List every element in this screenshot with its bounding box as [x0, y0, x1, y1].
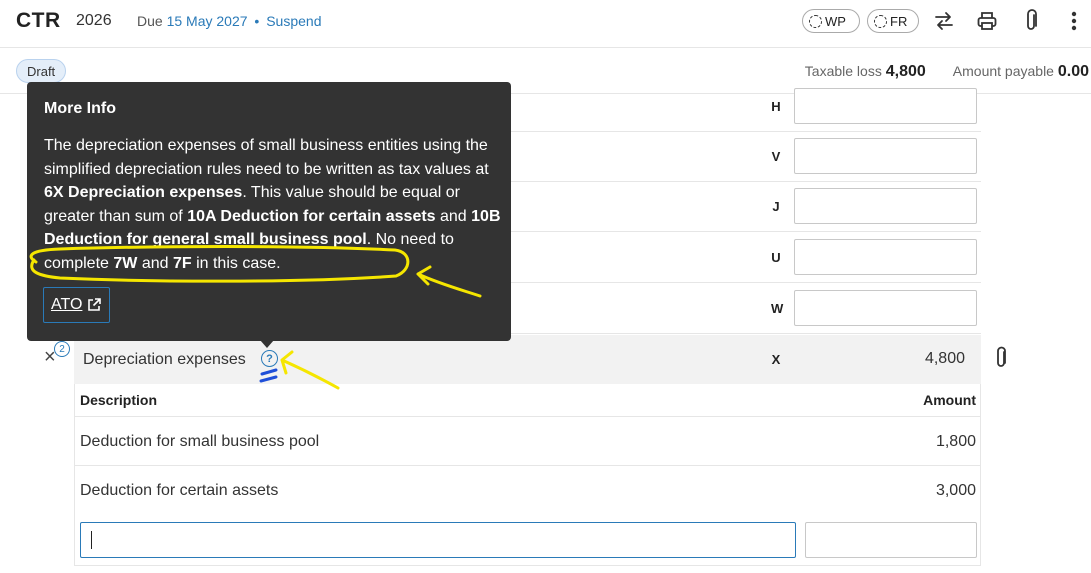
tooltip-bold-text: 7F: [172, 254, 192, 272]
tooltip-bold-text: 7W: [113, 254, 138, 272]
amount-input-v[interactable]: [794, 138, 977, 174]
tooltip-text: in this case.: [191, 254, 281, 272]
ato-link-label: ATO: [51, 296, 83, 313]
taxable-loss-label: Taxable loss: [804, 63, 882, 79]
draft-badge: Draft: [16, 59, 67, 83]
taxable-loss-value: 4,800: [885, 63, 926, 80]
form-year: 2026: [76, 12, 112, 29]
depreciation-breakdown-table: Description Amount Deduction for small b…: [74, 384, 981, 566]
dashed-circle-icon: [809, 14, 822, 28]
row-code: J: [772, 199, 780, 214]
new-amount-input[interactable]: [805, 522, 977, 558]
text-caret: [91, 531, 92, 549]
more-info-tooltip: More Info The depreciation expenses of s…: [27, 82, 511, 341]
item-count-badge: 2: [54, 341, 70, 357]
row-description: Deduction for small business pool: [80, 433, 320, 450]
amount-input-u[interactable]: [794, 239, 977, 275]
row-description: Deduction for certain assets: [80, 482, 279, 499]
amount-input-h[interactable]: [794, 88, 977, 124]
new-description-input[interactable]: [80, 522, 796, 558]
depreciation-expenses-row: Depreciation expenses ? X 4,800: [74, 335, 981, 384]
transfer-icon[interactable]: [930, 7, 958, 35]
tooltip-arrow: [260, 340, 274, 348]
tooltip-bold-text: 10A Deduction for certain assets: [187, 207, 436, 225]
external-link-icon: [88, 298, 102, 311]
due-date-link[interactable]: 15 May 2027: [167, 13, 248, 29]
row-amount: 3,000: [935, 482, 976, 499]
column-header-amount: Amount: [923, 392, 976, 408]
row-code: X: [771, 352, 781, 367]
fr-status-pill[interactable]: FR: [867, 9, 919, 33]
tooltip-bold-text: 6X Depreciation expenses: [44, 184, 243, 202]
separator-dot: •: [254, 13, 260, 29]
row-code: V: [771, 149, 781, 164]
amount-input-j[interactable]: [794, 188, 977, 224]
dashed-circle-icon: [874, 14, 887, 28]
tooltip-text: and: [137, 254, 173, 272]
row-amount: 1,800: [935, 433, 976, 450]
row-code: W: [771, 301, 784, 316]
ato-external-link[interactable]: ATO: [43, 287, 111, 323]
depreciation-amount: 4,800: [924, 350, 965, 367]
due-label: Due: [137, 13, 163, 29]
amount-payable-label: Amount payable: [952, 63, 1054, 79]
more-vertical-icon[interactable]: [1060, 7, 1088, 35]
column-header-description: Description: [80, 392, 158, 408]
wp-status-pill[interactable]: WP: [802, 9, 860, 33]
tooltip-body: The depreciation expenses of small busin…: [44, 134, 504, 276]
table-row[interactable]: Deduction for certain assets 3,000: [75, 465, 980, 514]
tooltip-text: and: [435, 207, 472, 225]
due-info: Due 15 May 2027 • Suspend: [137, 13, 322, 29]
app-header: CTR 2026 Due 15 May 2027 • Suspend WP FR: [0, 0, 1091, 48]
form-type-title: CTR: [16, 9, 61, 32]
row-code: H: [771, 99, 781, 114]
amount-input-w[interactable]: [794, 290, 977, 326]
attachment-paperclip-icon[interactable]: [994, 346, 1014, 372]
suspend-link[interactable]: Suspend: [266, 13, 321, 29]
row-code: U: [771, 250, 781, 265]
amount-payable-value: 0.00: [1057, 63, 1089, 80]
wp-label: WP: [825, 13, 846, 29]
tooltip-text: The depreciation expenses of small busin…: [44, 137, 489, 178]
depreciation-expenses-label: Depreciation expenses: [83, 351, 246, 368]
print-icon[interactable]: [973, 7, 1001, 35]
tooltip-title: More Info: [44, 100, 116, 117]
table-row[interactable]: Deduction for small business pool 1,800: [75, 416, 980, 465]
totals-summary: Taxable loss 4,800 Amount payable 0.00: [805, 63, 1089, 81]
help-icon[interactable]: ?: [261, 350, 278, 367]
paperclip-icon[interactable]: [1017, 7, 1045, 35]
fr-label: FR: [890, 13, 908, 29]
